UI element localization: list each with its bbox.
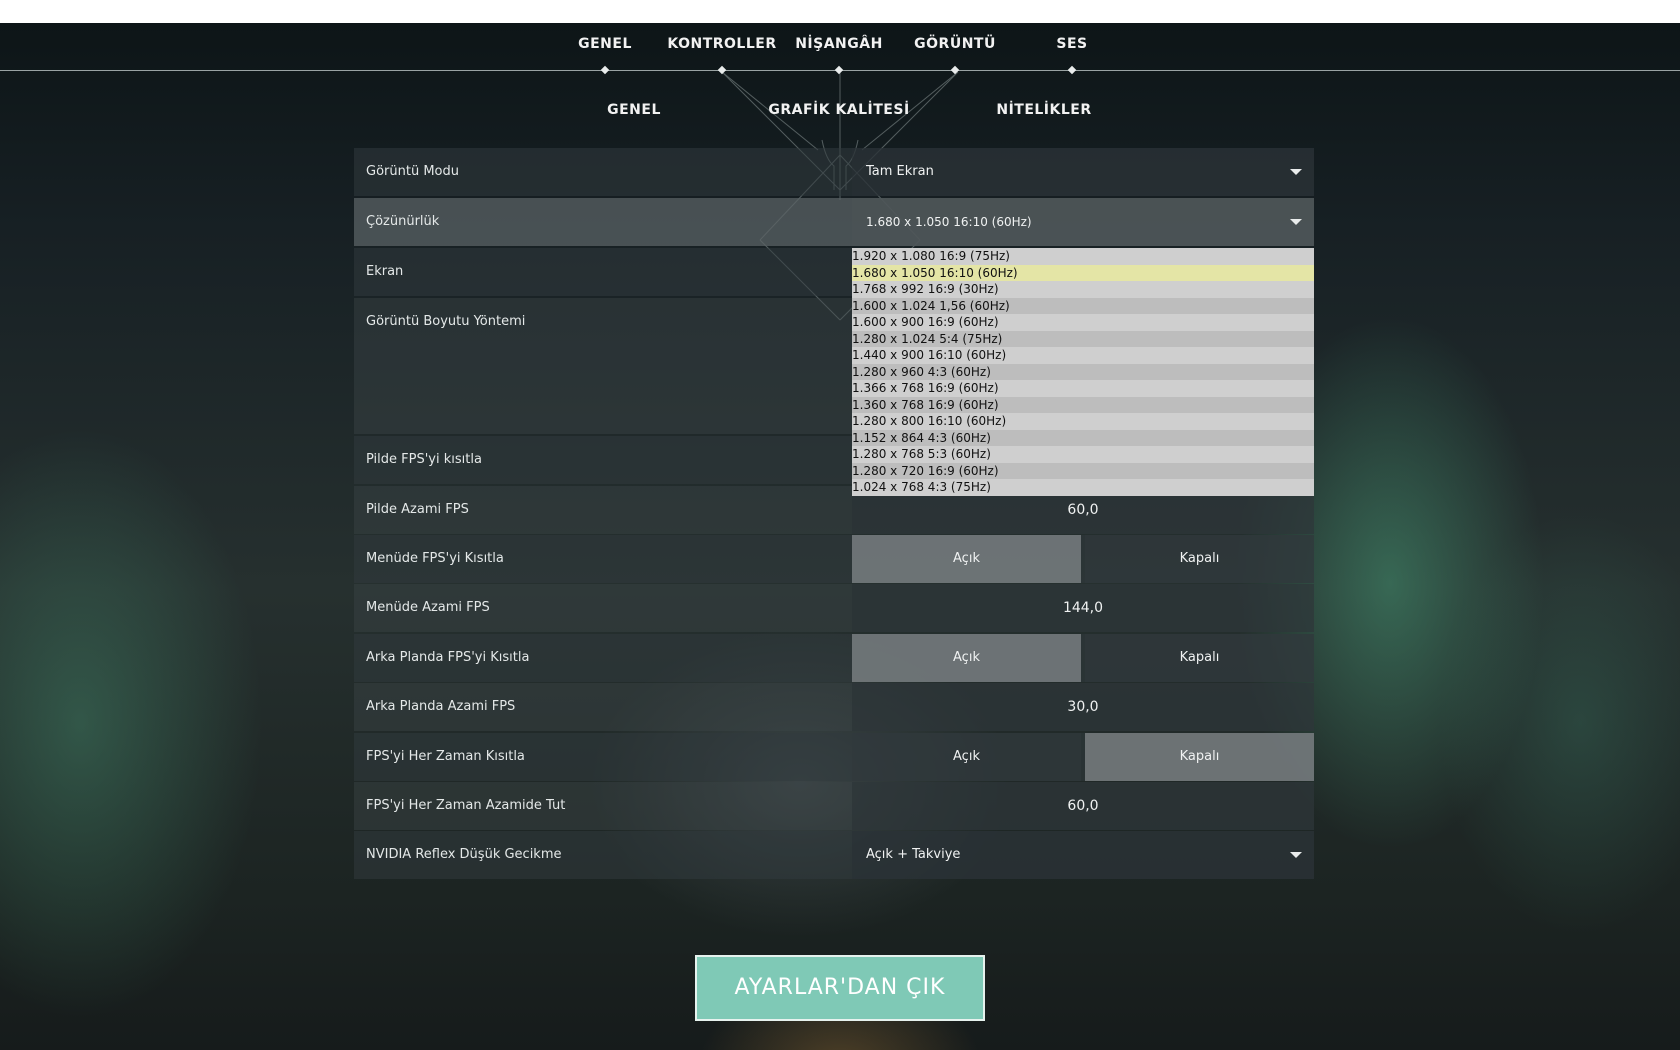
display-mode-dropdown[interactable]: Tam Ekran xyxy=(852,148,1314,196)
limit-fps-menu-on-button[interactable]: Açık xyxy=(852,535,1081,583)
display-mode-label: Görüntü Modu xyxy=(366,164,459,179)
limit-fps-always-off-button[interactable]: Kapalı xyxy=(1085,733,1314,781)
resolution-dropdown[interactable]: 1.680 x 1.050 16:10 (60Hz) xyxy=(852,198,1314,246)
top-tabs: GENEL KONTROLLER NİŞANGÂH GÖRÜNTÜ SES xyxy=(0,36,1680,58)
chevron-down-icon xyxy=(1290,169,1302,175)
exit-settings-button[interactable]: AYARLAR'DAN ÇIK xyxy=(695,955,985,1021)
resolution-option[interactable]: 1.152 x 864 4:3 (60Hz) xyxy=(852,429,1314,446)
max-fps-battery-label: Pilde Azami FPS xyxy=(366,502,469,517)
subtab-genel[interactable]: GENEL xyxy=(607,102,661,118)
max-fps-background-input[interactable]: 30,0 xyxy=(852,683,1314,731)
tab-genel[interactable]: GENEL xyxy=(578,36,632,52)
tab-nisangah[interactable]: NİŞANGÂH xyxy=(795,36,883,52)
resolution-option[interactable]: 1.280 x 720 16:9 (60Hz) xyxy=(852,462,1314,479)
screen-label: Ekran xyxy=(366,264,404,279)
nvidia-reflex-row: NVIDIA Reflex Düşük Gecikme Açık + Takvi… xyxy=(354,831,1314,879)
resolution-option[interactable]: 1.440 x 900 16:10 (60Hz) xyxy=(852,347,1314,364)
max-fps-always-row: FPS'yi Her Zaman Azamide Tut 60,0 xyxy=(354,782,1314,830)
chevron-down-icon xyxy=(1290,852,1302,858)
limit-fps-always-row: FPS'yi Her Zaman Kısıtla Açık Kapalı xyxy=(354,733,1314,781)
scaling-label: Görüntü Boyutu Yöntemi xyxy=(366,314,526,329)
limit-fps-always-label: FPS'yi Her Zaman Kısıtla xyxy=(366,749,525,764)
sub-tabs: GENEL GRAFİK KALİTESİ NİTELİKLER xyxy=(0,102,1680,122)
resolution-option[interactable]: 1.366 x 768 16:9 (60Hz) xyxy=(852,380,1314,397)
limit-fps-background-label: Arka Planda FPS'yi Kısıtla xyxy=(366,650,530,665)
resolution-option[interactable]: 1.280 x 960 4:3 (60Hz) xyxy=(852,363,1314,380)
resolution-option[interactable]: 1.360 x 768 16:9 (60Hz) xyxy=(852,396,1314,413)
display-mode-row: Görüntü Modu Tam Ekran xyxy=(354,148,1314,196)
resolution-option[interactable]: 1.024 x 768 4:3 (75Hz) xyxy=(852,479,1314,496)
tab-ses[interactable]: SES xyxy=(1056,36,1087,52)
nvidia-reflex-value: Açık + Takviye xyxy=(866,847,961,862)
resolution-option[interactable]: 1.600 x 900 16:9 (60Hz) xyxy=(852,314,1314,331)
resolution-option[interactable]: 1.768 x 992 16:9 (30Hz) xyxy=(852,281,1314,298)
resolution-label: Çözünürlük xyxy=(366,214,440,229)
limit-fps-background-on-button[interactable]: Açık xyxy=(852,634,1081,682)
tab-goruntu[interactable]: GÖRÜNTÜ xyxy=(914,36,996,52)
max-fps-menu-input[interactable]: 144,0 xyxy=(852,584,1314,632)
nvidia-reflex-label: NVIDIA Reflex Düşük Gecikme xyxy=(366,847,562,862)
tab-kontroller[interactable]: KONTROLLER xyxy=(667,36,776,52)
max-fps-background-row: Arka Planda Azami FPS 30,0 xyxy=(354,683,1314,731)
max-fps-always-input[interactable]: 60,0 xyxy=(852,782,1314,830)
resolution-option[interactable]: 1.280 x 1.024 5:4 (75Hz) xyxy=(852,330,1314,347)
resolution-option[interactable]: 1.600 x 1.024 1,56 (60Hz) xyxy=(852,297,1314,314)
resolution-option[interactable]: 1.280 x 800 16:10 (60Hz) xyxy=(852,413,1314,430)
resolution-option[interactable]: 1.920 x 1.080 16:9 (75Hz) xyxy=(852,248,1314,265)
limit-fps-background-row: Arka Planda FPS'yi Kısıtla Açık Kapalı xyxy=(354,634,1314,682)
limit-fps-background-off-button[interactable]: Kapalı xyxy=(1085,634,1314,682)
max-fps-menu-row: Menüde Azami FPS 144,0 xyxy=(354,584,1314,632)
resolution-row: Çözünürlük 1.680 x 1.050 16:10 (60Hz) xyxy=(354,198,1314,246)
limit-fps-menu-row: Menüde FPS'yi Kısıtla Açık Kapalı xyxy=(354,535,1314,583)
top-white-bar xyxy=(0,0,1680,23)
resolution-option[interactable]: 1.280 x 768 5:3 (60Hz) xyxy=(852,446,1314,463)
limit-fps-always-on-button[interactable]: Açık xyxy=(852,733,1081,781)
limit-fps-menu-label: Menüde FPS'yi Kısıtla xyxy=(366,551,504,566)
subtab-nitelikler[interactable]: NİTELİKLER xyxy=(996,102,1091,118)
max-fps-menu-label: Menüde Azami FPS xyxy=(366,600,490,615)
max-fps-background-label: Arka Planda Azami FPS xyxy=(366,699,516,714)
resolution-value: 1.680 x 1.050 16:10 (60Hz) xyxy=(866,215,1032,229)
subtab-grafik-kalitesi[interactable]: GRAFİK KALİTESİ xyxy=(768,102,909,118)
chevron-down-icon xyxy=(1290,219,1302,225)
nvidia-reflex-dropdown[interactable]: Açık + Takviye xyxy=(852,831,1314,879)
resolution-dropdown-list: 1.920 x 1.080 16:9 (75Hz) 1.680 x 1.050 1… xyxy=(852,248,1314,496)
limit-fps-menu-off-button[interactable]: Kapalı xyxy=(1085,535,1314,583)
max-fps-always-label: FPS'yi Her Zaman Azamide Tut xyxy=(366,798,566,813)
resolution-option[interactable]: 1.680 x 1.050 16:10 (60Hz) xyxy=(852,264,1314,281)
display-mode-value: Tam Ekran xyxy=(866,164,934,179)
limit-fps-battery-label: Pilde FPS'yi kısıtla xyxy=(366,452,482,467)
